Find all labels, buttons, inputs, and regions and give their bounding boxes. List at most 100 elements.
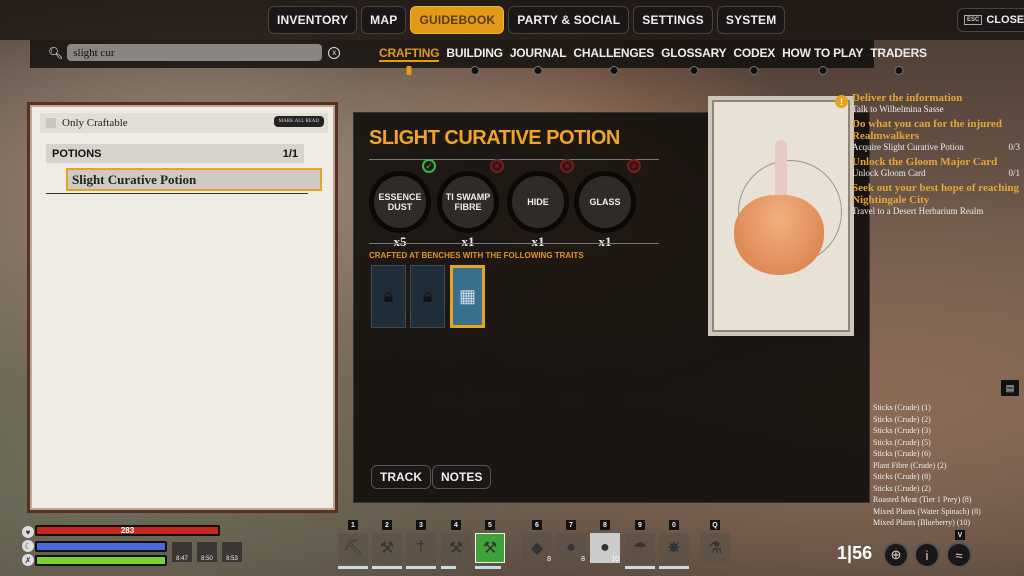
tab-glossary[interactable]: GLOSSARY <box>661 46 727 75</box>
tab-crafting[interactable]: CRAFTING <box>379 46 440 75</box>
hammer-icon: ⚒ <box>448 540 464 557</box>
quest-title[interactable]: Deliver the information <box>852 92 1024 104</box>
food-icon: ✗ <box>22 554 34 566</box>
tab-challenges[interactable]: CHALLENGES <box>573 46 654 75</box>
tool-icon: ⚒ <box>482 540 498 557</box>
recipe-item-selected[interactable]: Slight Curative Potion <box>66 168 322 191</box>
tab-journal[interactable]: JOURNAL <box>510 46 567 75</box>
info-icon[interactable]: i <box>914 542 940 568</box>
loot-entry: Plant Fibre (Crude) (2) <box>873 460 947 470</box>
search-icon: 🔍︎ <box>48 45 64 60</box>
loot-entry: Roasted Meat (Tier 1 Prey) (8) <box>873 495 972 504</box>
quest-title[interactable]: Do what you can for the injured Realmwal… <box>852 118 1024 142</box>
tab-how-to-play[interactable]: HOW TO PLAY <box>782 46 863 75</box>
tab-indicator-icon <box>533 66 543 75</box>
tab-indicator-icon <box>689 66 699 75</box>
crosshair-icon[interactable]: ⊕ <box>883 542 909 568</box>
heart-icon: ♥ <box>22 526 34 538</box>
signal-icon[interactable]: ≈ <box>946 542 972 568</box>
durability-bar <box>659 566 689 569</box>
quest-step: Acquire Slight Curative Potion 0/3 <box>852 142 1020 152</box>
hotkey-label: 9 <box>635 520 645 530</box>
hotbar-slot[interactable]: ● 10 <box>590 533 620 563</box>
tab-indicator-icon <box>894 66 904 75</box>
loot-log-icon[interactable]: ▤ <box>1001 380 1019 396</box>
bench-traits-label: CRAFTED AT BENCHES WITH THE FOLLOWING TR… <box>369 251 584 260</box>
nav-guidebook[interactable]: GUIDEBOOK <box>410 6 505 34</box>
loot-entry: Sticks (Crude) (3) <box>873 426 931 435</box>
tab-building[interactable]: BUILDING <box>446 46 503 75</box>
potion-stem-illustration <box>775 140 787 200</box>
close-label: CLOSE <box>986 14 1024 26</box>
tab-indicator-icon <box>609 66 619 75</box>
quest-step: Talk to Wilhelmina Sasse <box>852 104 944 114</box>
bench-trait-locked[interactable]: 🔒︎ <box>371 265 406 328</box>
hotkey-label: 4 <box>451 520 461 530</box>
bench-trait-selected[interactable]: ▦ <box>450 265 485 328</box>
tab-indicator-icon <box>470 66 480 75</box>
ingredient-qty: x1 <box>461 234 475 249</box>
hotbar-slot[interactable]: ⛏ <box>338 533 368 563</box>
stamina-icon: ☾ <box>22 540 34 552</box>
hotbar-slot[interactable]: ⚒ <box>441 533 471 563</box>
category-potions[interactable]: POTIONS 1/1 <box>46 144 304 163</box>
recipe-list-panel: Only Craftable MARK ALL READ POTIONS 1/1… <box>30 105 335 510</box>
ingredient-slot[interactable]: GLASS x1 × <box>571 159 641 250</box>
hotbar-slot[interactable]: ☂ <box>625 533 655 563</box>
notes-button[interactable]: NOTES <box>432 465 492 489</box>
ingredient-name: HIDE <box>527 197 549 207</box>
clear-x-icon[interactable]: x <box>328 46 341 59</box>
mark-all-read-button[interactable]: MARK ALL READ <box>273 116 324 127</box>
ingredient-slot[interactable]: ESSENCE DUST x5 ✓ <box>366 159 436 250</box>
nav-settings[interactable]: SETTINGS <box>633 6 713 34</box>
lock-icon: 🔒︎ <box>422 286 433 306</box>
stamina-bar <box>35 541 167 552</box>
hotbar-slot[interactable]: ⚒ <box>372 533 402 563</box>
tab-codex[interactable]: CODEX <box>733 46 775 75</box>
hotbar-slot[interactable]: ⚗ <box>700 533 730 563</box>
machete-icon: † <box>416 539 426 556</box>
lock-icon: 🔒︎ <box>383 286 394 306</box>
quest-title[interactable]: Seek out your best hope of reaching Nigh… <box>852 182 1024 206</box>
tab-traders[interactable]: TRADERS <box>870 46 927 75</box>
nav-system[interactable]: SYSTEM <box>716 6 786 34</box>
hotbar-slot[interactable]: ● 8 <box>556 533 586 563</box>
loot-entry: Mixed Plants (Water Spinach) (8) <box>873 506 981 516</box>
only-craftable-toggle[interactable]: Only Craftable MARK ALL READ <box>40 113 328 133</box>
hotbar-slot[interactable]: ⚒ <box>475 533 505 563</box>
divider <box>369 243 659 244</box>
tab-indicator-icon <box>749 66 759 75</box>
category-name: POTIONS <box>52 147 102 160</box>
ingredient-slot[interactable]: HIDE x1 × <box>504 159 574 250</box>
quest-step: Travel to a Desert Herbarium Realm <box>852 206 984 216</box>
stone-icon: ● <box>600 539 610 556</box>
quest-title[interactable]: Unlock the Gloom Major Card <box>852 156 1024 168</box>
bench-trait-locked[interactable]: 🔒︎ <box>410 265 445 328</box>
stone-icon: ● <box>566 539 576 556</box>
search-input[interactable] <box>67 44 323 61</box>
quest-step: Unlock Gloom Card 0/1 <box>852 168 1020 178</box>
missing-x-icon: × <box>490 159 504 173</box>
hotbar-slot[interactable]: ◆ 8 <box>522 533 552 563</box>
missing-x-icon: × <box>627 159 641 173</box>
nav-party-social[interactable]: PARTY & SOCIAL <box>508 6 630 34</box>
ingredient-qty: x1 <box>598 234 612 249</box>
nav-map[interactable]: MAP <box>361 6 407 34</box>
close-button[interactable]: ESC CLOSE <box>957 8 1024 32</box>
track-button[interactable]: TRACK <box>371 465 431 489</box>
nav-inventory[interactable]: INVENTORY <box>268 6 358 34</box>
item-count: 10 <box>611 556 619 563</box>
item-count: 8 <box>547 556 551 563</box>
durability-bar <box>625 566 655 569</box>
hotkey-label: 8 <box>600 520 610 530</box>
hotbar-slot[interactable]: ✸ <box>659 533 689 563</box>
ingredient-slot[interactable]: TI SWAMP FIBRE x1 × <box>434 159 504 250</box>
torch-icon: ✸ <box>667 540 681 557</box>
main-nav: INVENTORY MAP GUIDEBOOK PARTY & SOCIAL S… <box>268 6 786 34</box>
ingredient-name: ESSENCE DUST <box>378 192 422 212</box>
clock: 1|56 <box>837 543 873 563</box>
only-craftable-label: Only Craftable <box>62 117 128 129</box>
checkbox[interactable] <box>46 118 56 128</box>
hotbar-slot[interactable]: † <box>406 533 436 563</box>
loot-entry: Sticks (Crude) (2) <box>873 414 931 424</box>
